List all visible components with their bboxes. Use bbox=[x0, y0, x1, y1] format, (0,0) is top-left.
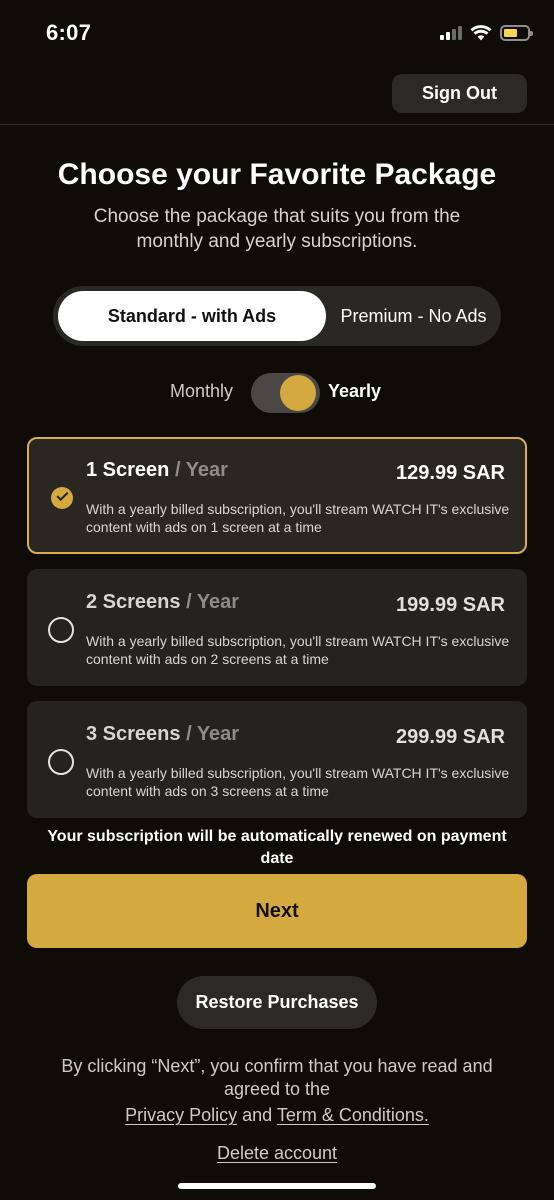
billing-toggle[interactable] bbox=[251, 373, 320, 413]
plan-price: 299.99 SAR bbox=[396, 726, 505, 748]
terms-conditions-link[interactable]: Term & Conditions. bbox=[277, 1105, 429, 1125]
next-button[interactable]: Next bbox=[27, 874, 527, 948]
wifi-icon bbox=[470, 25, 492, 41]
subscription-screen: 6:07 Sign Out Choose your Favorite Packa… bbox=[0, 0, 554, 1200]
privacy-policy-link[interactable]: Privacy Policy bbox=[125, 1105, 237, 1125]
legal-links: Privacy Policy and Term & Conditions. bbox=[0, 1105, 554, 1126]
battery-level bbox=[504, 29, 517, 37]
legal-and-text: and bbox=[237, 1105, 277, 1125]
package-tabs: Standard - with Ads Premium - No Ads bbox=[53, 286, 501, 346]
battery-icon bbox=[500, 25, 533, 41]
yearly-label[interactable]: Yearly bbox=[328, 381, 381, 402]
tab-premium-no-ads[interactable]: Premium - No Ads bbox=[331, 291, 496, 341]
toggle-knob bbox=[280, 375, 316, 411]
plan-description: With a yearly billed subscription, you'l… bbox=[86, 633, 510, 667]
header-divider bbox=[0, 124, 554, 125]
page-subtitle: Choose the package that suits you from t… bbox=[93, 206, 461, 252]
radio-unchecked-icon[interactable] bbox=[48, 749, 74, 775]
cellular-signal-icon bbox=[440, 26, 462, 40]
plan-card-2-screens[interactable]: 2 Screens / Year 199.99 SAR With a yearl… bbox=[27, 569, 527, 686]
radio-unchecked-icon[interactable] bbox=[48, 617, 74, 643]
monthly-label[interactable]: Monthly bbox=[170, 381, 233, 402]
status-time: 6:07 bbox=[46, 20, 92, 45]
legal-text: By clicking “Next”, you confirm that you… bbox=[61, 1056, 493, 1099]
billing-period-switch: Monthly Yearly bbox=[0, 372, 554, 414]
sign-out-button[interactable]: Sign Out bbox=[392, 74, 527, 113]
delete-account-link[interactable]: Delete account bbox=[217, 1143, 337, 1163]
plan-name: 1 Screen / Year bbox=[86, 459, 228, 481]
auto-renew-note: Your subscription will be automatically … bbox=[47, 828, 507, 867]
plan-card-3-screens[interactable]: 3 Screens / Year 299.99 SAR With a yearl… bbox=[27, 701, 527, 818]
plan-price: 129.99 SAR bbox=[396, 462, 505, 484]
status-bar: 6:07 bbox=[0, 0, 554, 66]
checkmark-icon bbox=[56, 488, 69, 502]
plan-price: 199.99 SAR bbox=[396, 594, 505, 616]
tab-standard-with-ads[interactable]: Standard - with Ads bbox=[58, 291, 326, 341]
plan-description: With a yearly billed subscription, you'l… bbox=[86, 765, 510, 799]
radio-checked-icon[interactable] bbox=[51, 487, 73, 509]
restore-purchases-button[interactable]: Restore Purchases bbox=[177, 976, 377, 1029]
plan-name: 2 Screens / Year bbox=[86, 591, 240, 613]
page-title: Choose your Favorite Package bbox=[57, 158, 497, 191]
delete-account: Delete account bbox=[0, 1143, 554, 1164]
plan-name: 3 Screens / Year bbox=[86, 723, 240, 745]
home-indicator bbox=[178, 1183, 376, 1189]
plan-description: With a yearly billed subscription, you'l… bbox=[86, 501, 510, 535]
status-icons bbox=[440, 22, 533, 44]
plan-card-1-screen[interactable]: 1 Screen / Year 129.99 SAR With a yearly… bbox=[27, 437, 527, 554]
